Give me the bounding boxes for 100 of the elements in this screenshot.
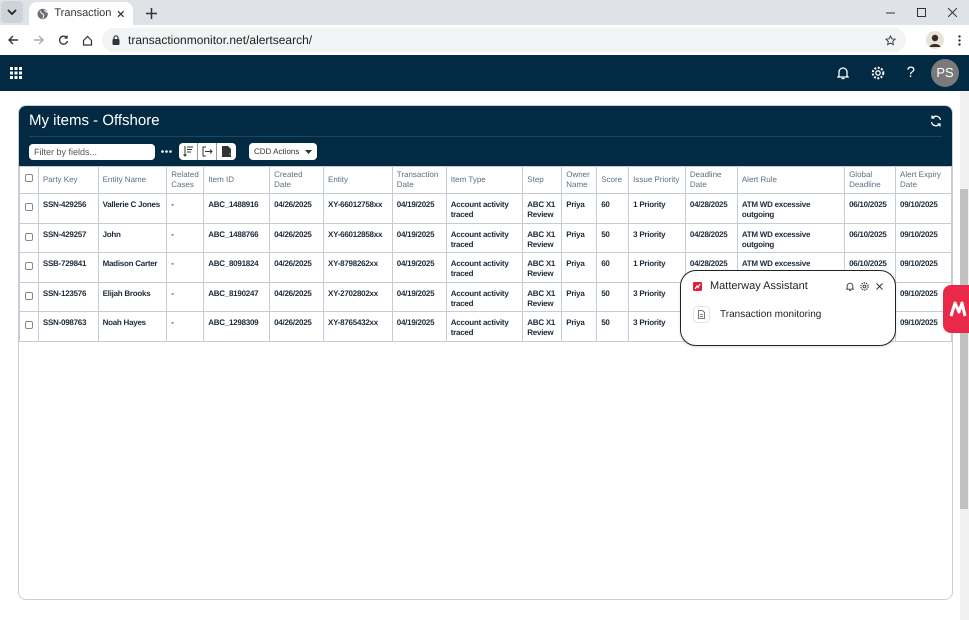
table-cell-text: John <box>102 230 122 240</box>
table-cell-text: XY-8765432xx <box>328 318 379 328</box>
table-cell-text: 09/10/2025 <box>900 200 939 210</box>
minimize-icon[interactable] <box>886 12 895 14</box>
close-icon[interactable] <box>948 8 957 17</box>
table-cell-text: ABC_8190247 <box>208 288 260 298</box>
profile-avatar[interactable] <box>926 31 944 49</box>
sort-icon <box>183 146 193 157</box>
table-cell-text: 3 Priority <box>633 230 666 240</box>
close-icon[interactable] <box>876 282 883 290</box>
star-icon[interactable] <box>885 34 896 46</box>
table-cell-text: Priya <box>566 288 586 298</box>
table-cell-text: 04/19/2025 <box>396 318 436 328</box>
caret-icon <box>7 9 17 15</box>
notification-icon[interactable] <box>836 66 849 80</box>
table-cell-text: 04/26/2025 <box>274 200 313 210</box>
table-cell-text: - <box>171 288 175 298</box>
table-cell-text: SSN-098763 <box>42 318 88 328</box>
table-cell-text: Madison Carter <box>102 259 158 269</box>
checkbox[interactable] <box>24 232 33 240</box>
table-cell-text: 60 <box>601 259 611 269</box>
refresh-icon[interactable] <box>930 115 942 127</box>
checkbox[interactable] <box>24 203 33 211</box>
table-cell-text: Noah Hayes <box>102 318 147 328</box>
table-cell-text: ABC X1 Review <box>527 230 556 250</box>
table-cell-text: Priya <box>566 200 586 210</box>
table-cell-text: Account activity traced <box>450 318 510 338</box>
table-cell-text: SSN-123576 <box>42 288 88 298</box>
table-cell-text: SSN-429257 <box>42 230 88 240</box>
checkbox[interactable] <box>24 321 33 329</box>
table-cell-text: Account activity traced <box>450 288 510 308</box>
table-cell-text: ABC X1 Review <box>527 259 556 279</box>
table-cell-text: ABC_1488916 <box>208 200 260 210</box>
table-cell-text: 06/10/2025 <box>849 200 888 210</box>
more-icon[interactable] <box>161 150 172 153</box>
document-icon <box>698 310 705 319</box>
table-cell-text: 50 <box>601 318 611 328</box>
table-cell-text: 04/28/2025 <box>690 230 728 240</box>
lock-icon <box>112 35 120 45</box>
checkbox[interactable] <box>24 174 33 182</box>
caret-icon <box>305 150 312 154</box>
table-cell-text: - <box>171 259 175 269</box>
table-cell-text: 06/10/2025 <box>849 259 888 269</box>
table-cell-text: ABC_8091824 <box>208 259 260 269</box>
checkbox[interactable] <box>24 262 33 270</box>
table-cell-text: 04/19/2025 <box>396 200 436 210</box>
browser-tab[interactable]: Transaction <box>29 2 133 25</box>
close-icon[interactable] <box>117 10 125 18</box>
table-cell-text: 3 Priority <box>633 288 666 298</box>
document-plus-icon <box>222 146 231 157</box>
new-tab-icon[interactable] <box>146 8 157 19</box>
table-cell-text: 1 Priority <box>633 200 666 210</box>
table-cell-text: - <box>171 230 175 240</box>
table-cell-text: - <box>171 318 175 328</box>
globe-icon <box>37 8 48 20</box>
table-cell-text: 04/19/2025 <box>396 230 436 240</box>
settings-icon[interactable] <box>860 282 869 290</box>
menu-icon[interactable] <box>958 34 961 46</box>
table-cell-text: 1 Priority <box>633 259 666 269</box>
notification-icon[interactable] <box>846 282 854 290</box>
table-cell-text: Account activity traced <box>450 259 510 279</box>
user-avatar[interactable]: PS <box>931 59 959 87</box>
reload-icon[interactable] <box>58 34 69 46</box>
table-cell-text: 09/10/2025 <box>900 259 939 269</box>
table-cell-text: 04/28/2025 <box>690 259 728 269</box>
apps-grid-icon[interactable] <box>10 67 22 79</box>
table-cell-text: 04/28/2025 <box>690 200 728 210</box>
table-cell-text: Priya <box>566 259 586 269</box>
table-cell-text: Priya <box>566 230 586 240</box>
table-cell-text: ABC_1298309 <box>208 318 260 328</box>
table-cell-text: 04/26/2025 <box>274 259 313 269</box>
address-bar[interactable]: transactionmonitor.net/alertsearch/ <box>102 28 906 52</box>
tab-search-button[interactable] <box>1 1 23 23</box>
export-icon <box>202 146 212 157</box>
table-cell-text: Priya <box>566 318 586 328</box>
back-icon[interactable] <box>8 35 19 45</box>
table-cell-text: 04/19/2025 <box>396 288 436 298</box>
table-cell-text: - <box>171 200 175 210</box>
tab-title: Transaction <box>54 6 112 22</box>
checkbox[interactable] <box>24 292 33 300</box>
help-icon[interactable]: ? <box>906 62 915 84</box>
table-cell-text: Account activity traced <box>450 230 510 250</box>
filter-field[interactable]: Filter by fields... <box>29 144 155 160</box>
table-cell-text: Account activity traced <box>450 200 510 220</box>
table-cell-text: ABC_1488766 <box>208 230 260 240</box>
table-cell-text: SSN-429256 <box>42 200 88 210</box>
home-icon[interactable] <box>82 34 93 46</box>
panel-title: My items - Offshore <box>29 110 160 131</box>
maximize-icon[interactable] <box>917 8 926 17</box>
cdd-actions-dropdown[interactable]: CDD Actions <box>249 143 318 160</box>
table-cell-text: ATM WD excessive outgoing <box>742 200 812 220</box>
table-cell-text: 09/10/2025 <box>900 318 939 328</box>
table-cell-text: ABC X1 Review <box>527 288 556 308</box>
table-cell-text: ATM WD excessive outgoing <box>742 230 812 250</box>
assistant-item[interactable]: Transaction monitoring <box>693 306 883 323</box>
assistant-launcher[interactable] <box>943 285 969 333</box>
table-cell-text: 04/19/2025 <box>396 259 436 269</box>
table-cell-text: 3 Priority <box>633 318 666 328</box>
table-cell-text: Elijah Brooks <box>102 288 152 298</box>
table-cell-text: 04/26/2025 <box>274 288 313 298</box>
